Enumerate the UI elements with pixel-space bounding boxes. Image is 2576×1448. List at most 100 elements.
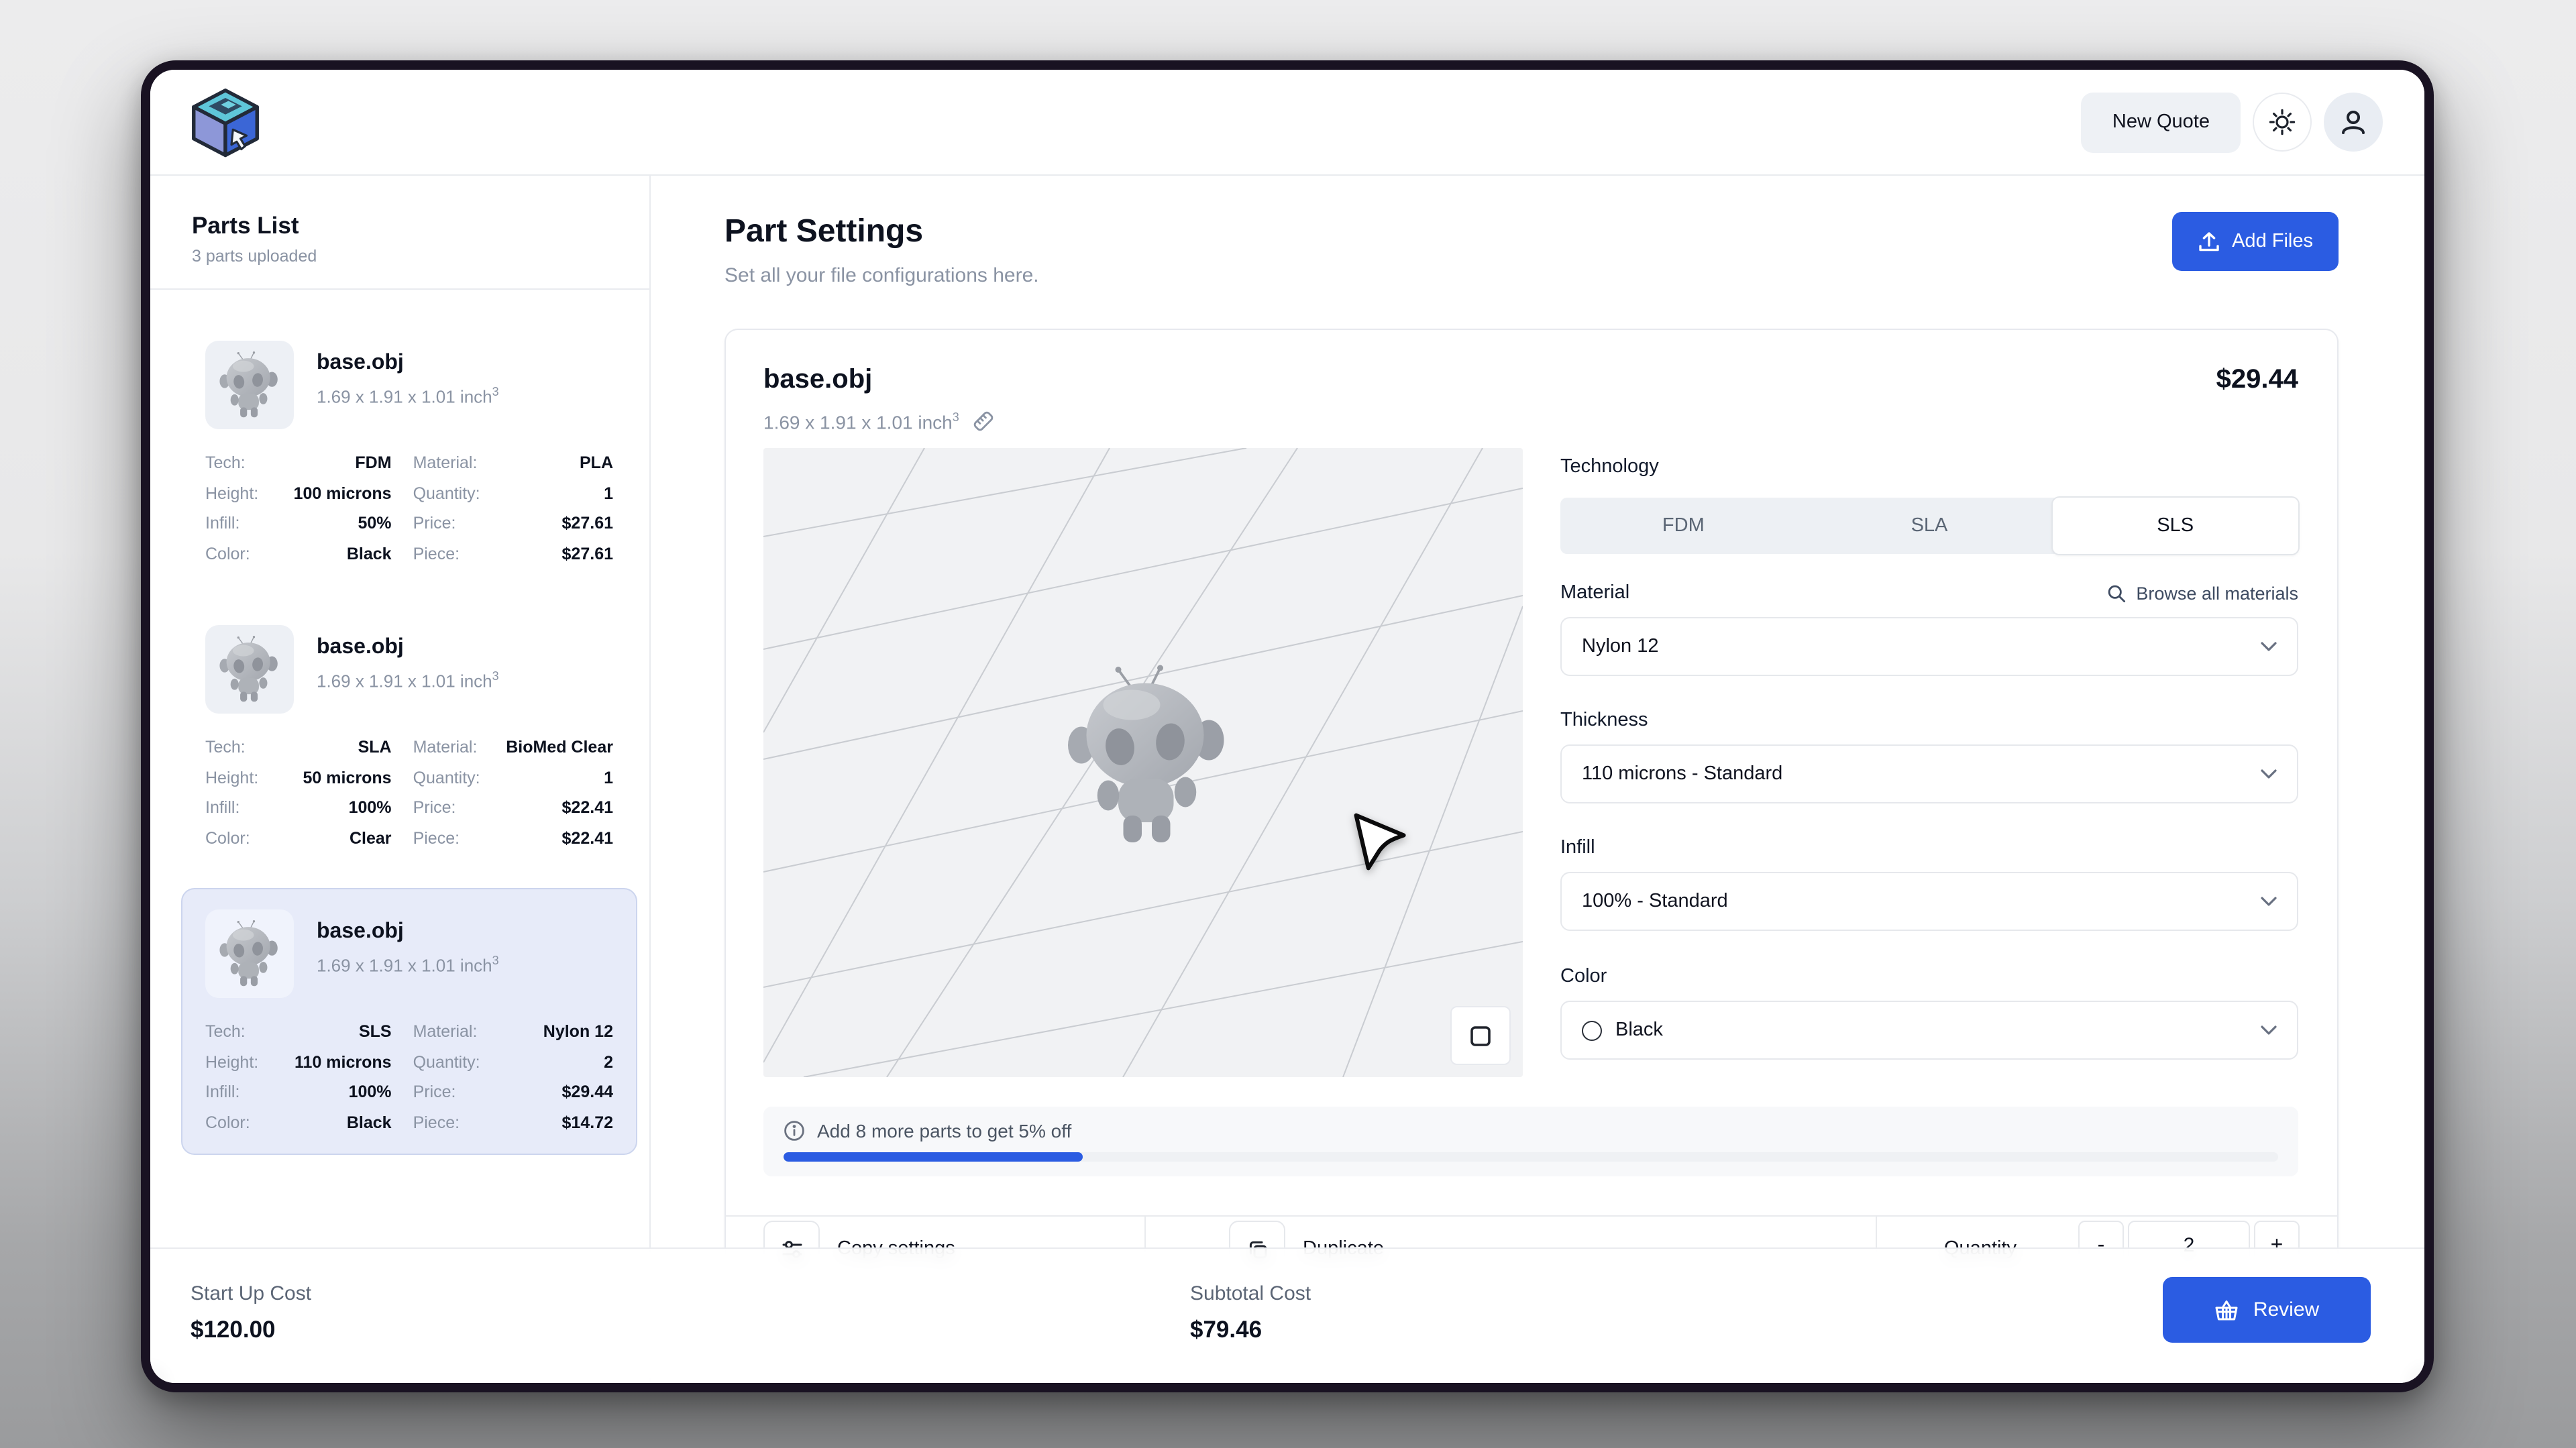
price-label: Price: bbox=[413, 508, 480, 539]
review-button[interactable]: Review bbox=[2163, 1277, 2371, 1343]
infill-selected-value: 100% - Standard bbox=[1582, 891, 1728, 912]
material-label: Material: bbox=[413, 448, 480, 478]
startup-cost-label: Start Up Cost bbox=[191, 1282, 311, 1305]
page-title: Part Settings bbox=[724, 212, 1039, 252]
new-quote-button[interactable]: New Quote bbox=[2082, 92, 2241, 152]
quantity-label: Quantity: bbox=[413, 1047, 480, 1077]
infill-value: 100% bbox=[280, 1077, 391, 1107]
color-swatch bbox=[1582, 1020, 1602, 1040]
material-label: Material: bbox=[413, 1017, 480, 1047]
technology-tabs: FDM SLA SLS bbox=[1560, 498, 2298, 554]
topbar: New Quote bbox=[150, 70, 2424, 176]
piece-value: $22.41 bbox=[502, 823, 613, 853]
piece-label: Piece: bbox=[413, 823, 480, 853]
quantity-label: Quantity: bbox=[413, 478, 480, 508]
piece-value: $27.61 bbox=[502, 539, 613, 569]
material-value: PLA bbox=[502, 448, 613, 478]
material-label: Material: bbox=[413, 732, 480, 763]
quantity-value: 1 bbox=[502, 763, 613, 793]
app-window: New Quote bbox=[141, 60, 2434, 1392]
user-icon bbox=[2339, 107, 2368, 137]
browse-all-materials-label: Browse all materials bbox=[2136, 583, 2298, 603]
height-value: 100 microns bbox=[280, 478, 391, 508]
sun-icon bbox=[2267, 107, 2297, 137]
color-label: Color: bbox=[205, 539, 258, 569]
part-details-grid: Tech:SLS Material:Nylon 12 Height:110 mi… bbox=[205, 1017, 613, 1137]
piece-label: Piece: bbox=[413, 1107, 480, 1137]
quantity-label: Quantity: bbox=[413, 763, 480, 793]
search-icon bbox=[2106, 583, 2127, 603]
quantity-value: 1 bbox=[502, 478, 613, 508]
infill-label: Infill bbox=[1560, 837, 2298, 858]
theme-toggle-button[interactable] bbox=[2253, 93, 2312, 152]
part-card-1[interactable]: base.obj 1.69 x 1.91 x 1.01 inch3 Tech:F… bbox=[181, 319, 637, 586]
page-subtitle: Set all your file configurations here. bbox=[724, 264, 1039, 287]
sidebar-subtitle: 3 parts uploaded bbox=[150, 247, 649, 266]
part-name: base.obj bbox=[317, 920, 499, 944]
thickness-select[interactable]: 110 microns - Standard bbox=[1560, 744, 2298, 803]
tab-fdm[interactable]: FDM bbox=[1560, 498, 1807, 554]
chevron-down-icon bbox=[2261, 641, 2277, 652]
part-title: base.obj bbox=[763, 364, 872, 397]
browse-all-materials-link[interactable]: Browse all materials bbox=[2106, 583, 2298, 603]
review-label: Review bbox=[2253, 1298, 2319, 1321]
piece-label: Piece: bbox=[413, 539, 480, 569]
infill-label: Infill: bbox=[205, 1077, 258, 1107]
color-value: Clear bbox=[280, 823, 391, 853]
tech-value: FDM bbox=[280, 448, 391, 478]
robot-model-thumbnail-icon bbox=[212, 350, 287, 420]
material-select[interactable]: Nylon 12 bbox=[1560, 617, 2298, 676]
color-label: Color: bbox=[205, 823, 258, 853]
height-label: Height: bbox=[205, 763, 258, 793]
technology-label: Technology bbox=[1560, 456, 2298, 478]
mouse-cursor-icon bbox=[1350, 812, 1411, 873]
price-value: $27.61 bbox=[502, 508, 613, 539]
tech-label: Tech: bbox=[205, 732, 258, 763]
color-selected-value: Black bbox=[1615, 1019, 1663, 1041]
part-name: base.obj bbox=[317, 351, 499, 376]
infill-value: 100% bbox=[280, 793, 391, 823]
upload-icon bbox=[2197, 230, 2220, 253]
part-details-grid: Tech:SLA Material:BioMed Clear Height:50… bbox=[205, 732, 613, 853]
part-card-2[interactable]: base.obj 1.69 x 1.91 x 1.01 inch3 Tech:S… bbox=[181, 604, 637, 871]
tech-value: SLS bbox=[280, 1017, 391, 1047]
ruler-icon bbox=[971, 409, 996, 433]
promo-text: Add 8 more parts to get 5% off bbox=[817, 1120, 1071, 1141]
part-dimensions: 1.69 x 1.91 x 1.01 inch3 bbox=[317, 954, 499, 976]
infill-label: Infill: bbox=[205, 793, 258, 823]
robot-model-thumbnail-icon bbox=[212, 919, 287, 989]
part-thumbnail bbox=[205, 625, 294, 714]
color-select[interactable]: Black bbox=[1560, 1001, 2298, 1060]
material-value: BioMed Clear bbox=[502, 732, 613, 763]
sidebar-title: Parts List bbox=[150, 212, 649, 240]
infill-select[interactable]: 100% - Standard bbox=[1560, 872, 2298, 931]
tab-sla[interactable]: SLA bbox=[1807, 498, 2053, 554]
desktop-background: New Quote bbox=[0, 0, 2576, 1448]
subtotal-cost-value: $79.46 bbox=[1190, 1316, 1311, 1344]
price-value: $22.41 bbox=[502, 793, 613, 823]
part-name: base.obj bbox=[317, 636, 499, 660]
material-label: Material bbox=[1560, 582, 1629, 604]
add-files-button[interactable]: Add Files bbox=[2171, 212, 2339, 271]
part-thumbnail bbox=[205, 341, 294, 429]
part-thumbnail bbox=[205, 909, 294, 998]
model-3d-viewer[interactable] bbox=[763, 448, 1523, 1077]
part-dimensions-line: 1.69 x 1.91 x 1.01 inch3 bbox=[726, 409, 2337, 433]
basket-icon bbox=[2214, 1298, 2240, 1322]
robot-model-thumbnail-icon bbox=[212, 634, 287, 704]
material-selected-value: Nylon 12 bbox=[1582, 636, 1658, 657]
add-files-label: Add Files bbox=[2232, 231, 2313, 252]
info-icon bbox=[784, 1120, 805, 1141]
tab-sls[interactable]: SLS bbox=[2052, 498, 2298, 554]
robot-3d-model bbox=[1048, 647, 1249, 864]
tech-label: Tech: bbox=[205, 448, 258, 478]
user-account-button[interactable] bbox=[2324, 93, 2383, 152]
promo-progress-track bbox=[784, 1152, 2278, 1162]
infill-label: Infill: bbox=[205, 508, 258, 539]
startup-cost-value: $120.00 bbox=[191, 1316, 311, 1344]
height-value: 110 microns bbox=[280, 1047, 391, 1077]
chevron-down-icon bbox=[2261, 769, 2277, 779]
viewer-fullscreen-button[interactable] bbox=[1450, 1006, 1511, 1065]
color-label: Color bbox=[1560, 966, 2298, 987]
part-card-3-selected[interactable]: base.obj 1.69 x 1.91 x 1.01 inch3 Tech:S… bbox=[181, 888, 637, 1155]
